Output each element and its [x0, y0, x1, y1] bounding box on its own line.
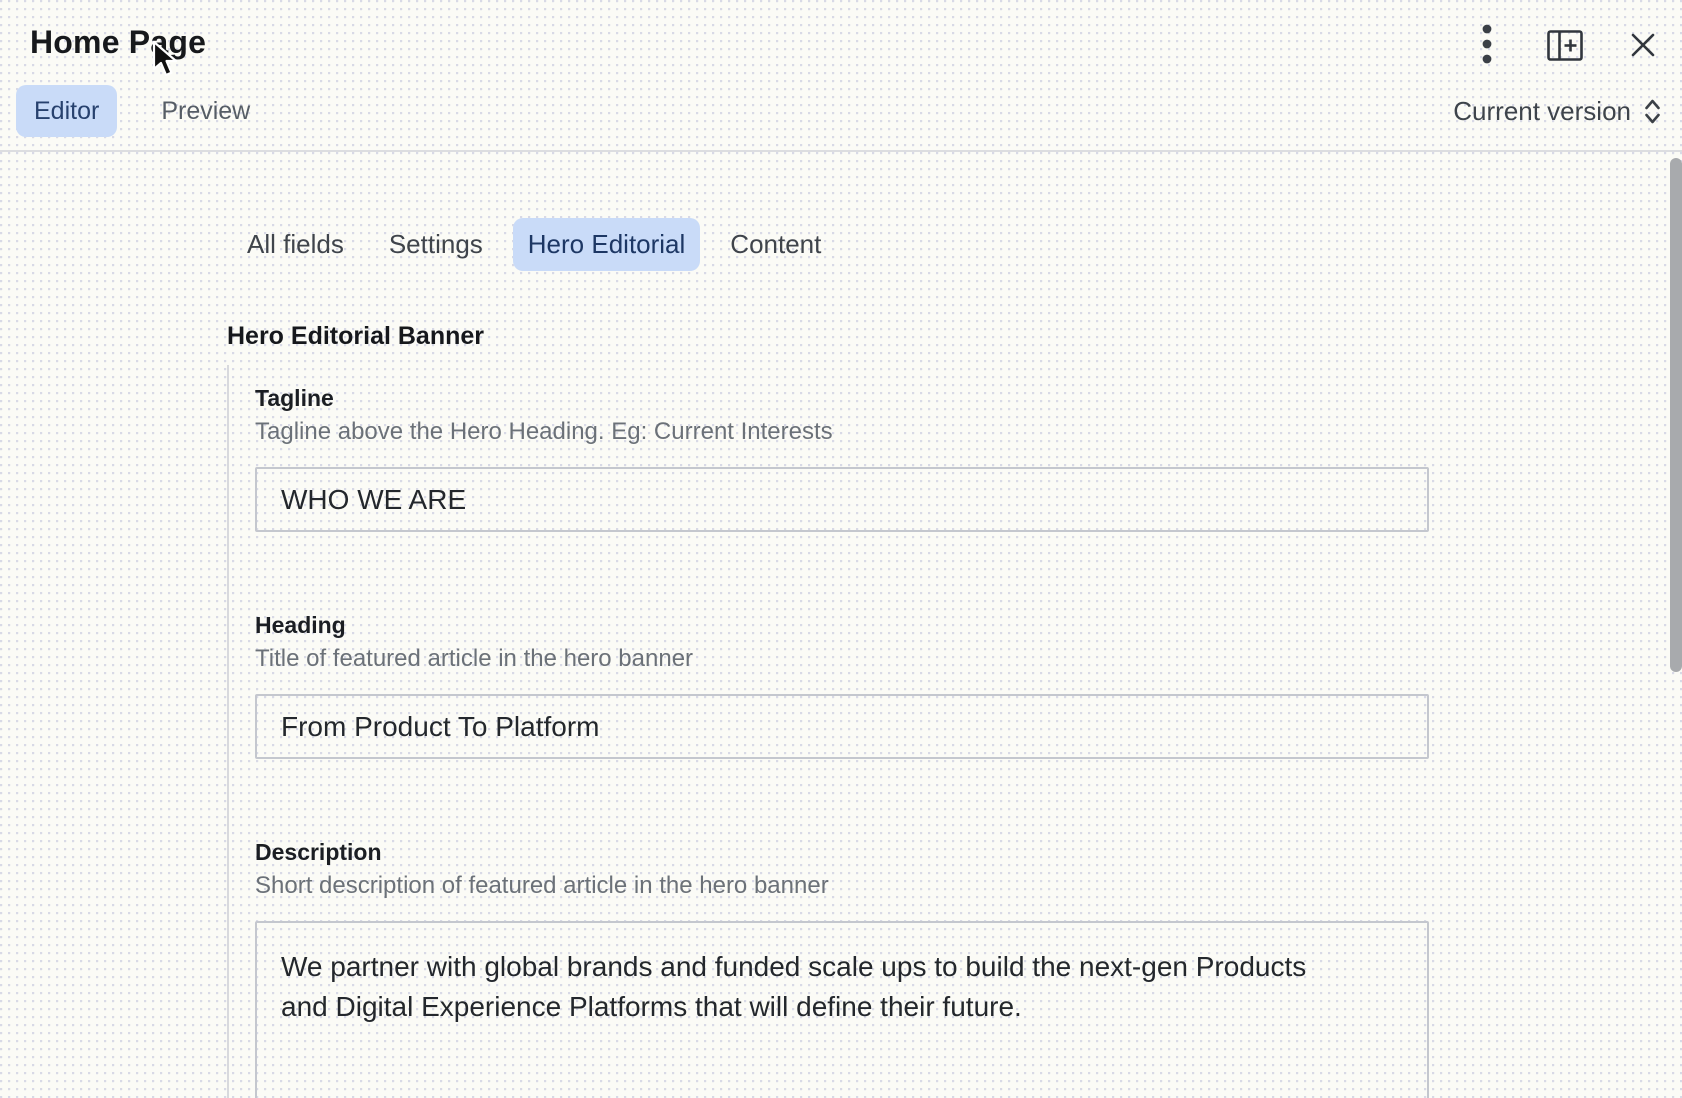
- split-pane-button[interactable]: [1544, 26, 1586, 64]
- field-description: Short description of featured article in…: [255, 871, 1429, 901]
- kebab-menu-icon: [1482, 24, 1492, 64]
- field-tagline: Tagline Tagline above the Hero Heading. …: [255, 383, 1429, 532]
- section-title: Hero Editorial Banner: [227, 322, 484, 351]
- tab-editor[interactable]: Editor: [16, 85, 117, 137]
- version-selector[interactable]: Current version: [1453, 96, 1662, 127]
- header-divider: [0, 150, 1682, 152]
- field-description-group: Description Short description of feature…: [255, 837, 1429, 1098]
- field-label: Heading: [255, 610, 1429, 640]
- more-options-button[interactable]: [1470, 20, 1504, 68]
- mouse-cursor-icon: [150, 40, 182, 78]
- field-label: Tagline: [255, 383, 1429, 413]
- field-description: Title of featured article in the hero ba…: [255, 644, 1429, 674]
- heading-input[interactable]: [255, 694, 1429, 759]
- close-icon: [1631, 33, 1655, 57]
- tab-settings[interactable]: Settings: [374, 218, 498, 271]
- view-mode-tabs: Editor Preview: [16, 85, 268, 137]
- field-heading: Heading Title of featured article in the…: [255, 610, 1429, 759]
- scrollbar-thumb[interactable]: [1670, 158, 1682, 672]
- tab-content[interactable]: Content: [715, 218, 836, 271]
- chevron-up-down-icon: [1643, 98, 1662, 125]
- close-button[interactable]: [1624, 26, 1662, 64]
- tab-hero-editorial[interactable]: Hero Editorial: [513, 218, 701, 271]
- tab-preview[interactable]: Preview: [143, 85, 268, 137]
- split-pane-add-icon: [1547, 30, 1583, 61]
- field-group-tabs: All fields Settings Hero Editorial Conte…: [232, 218, 836, 271]
- description-textarea[interactable]: We partner with global brands and funded…: [255, 921, 1429, 1098]
- version-label: Current version: [1453, 96, 1631, 127]
- tab-all-fields[interactable]: All fields: [232, 218, 359, 271]
- field-label: Description: [255, 837, 1429, 867]
- tagline-input[interactable]: [255, 467, 1429, 532]
- hero-editorial-fieldset: Tagline Tagline above the Hero Heading. …: [227, 365, 1429, 1098]
- field-description: Tagline above the Hero Heading. Eg: Curr…: [255, 417, 1429, 447]
